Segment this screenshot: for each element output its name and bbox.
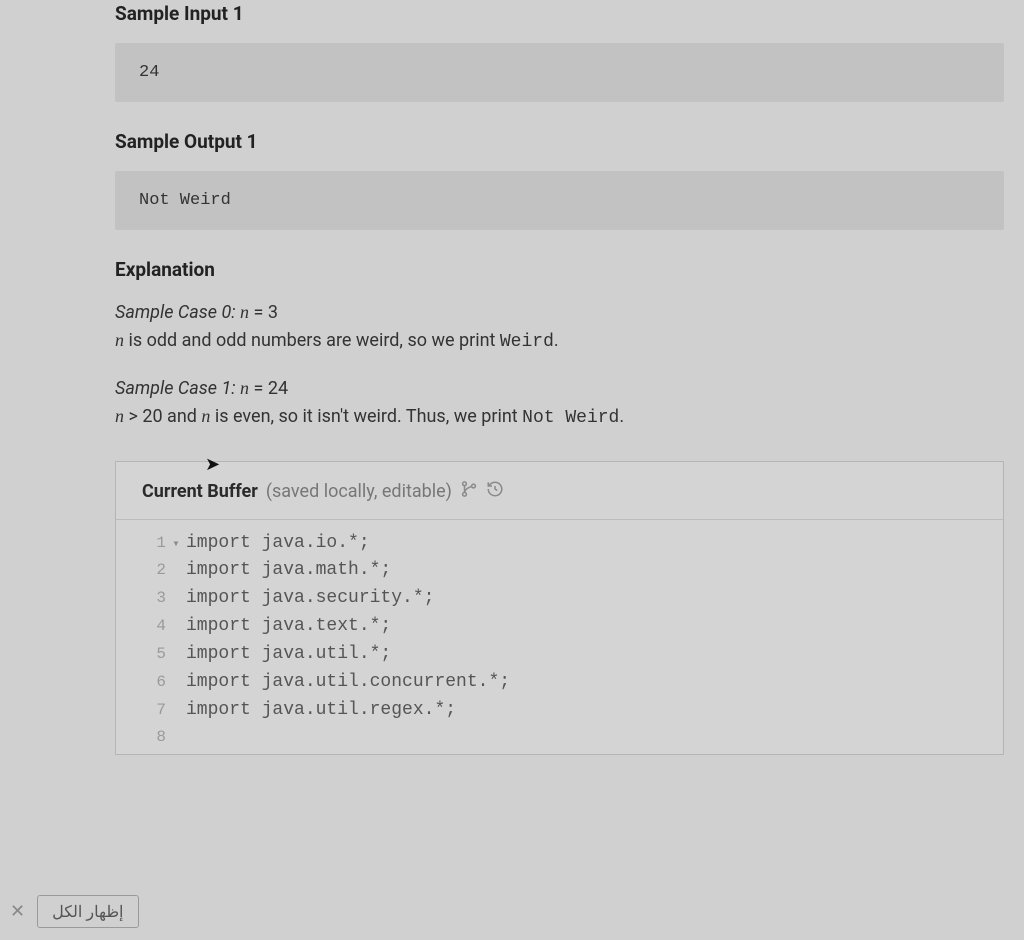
buffer-title: Current Buffer: [142, 481, 258, 502]
case1-line-val: 20: [142, 406, 162, 427]
case0-var: n: [240, 302, 249, 322]
buffer-subtitle: (saved locally, editable): [266, 481, 452, 502]
code-editor[interactable]: 1▾import java.io.*;2import java.math.*;3…: [116, 519, 1003, 754]
case0-label: Sample Case 0:: [115, 302, 240, 323]
code-line[interactable]: 6 import java.util.concurrent.*;: [116, 669, 1003, 697]
code-text: import java.security.*;: [186, 585, 1003, 613]
show-all-button[interactable]: إظهار الكل: [37, 895, 138, 928]
code-line[interactable]: 3 import java.security.*;: [116, 585, 1003, 613]
code-text: import java.util.concurrent.*;: [186, 669, 1003, 697]
case0-line-var: n: [115, 330, 124, 350]
sample-input-heading: Sample Input 1: [115, 2, 1004, 25]
line-number: 1: [136, 531, 166, 556]
case1-line-code: Not Weird: [522, 408, 619, 428]
line-number: 3: [136, 586, 166, 611]
code-text: import java.math.*;: [186, 557, 1003, 585]
code-text: import java.io.*;: [186, 530, 1003, 558]
buffer-header: Current Buffer (saved locally, editable): [116, 462, 1003, 519]
code-line[interactable]: 8: [116, 725, 1003, 750]
sample-output-heading: Sample Output 1: [115, 130, 1004, 153]
code-line[interactable]: 7 import java.util.regex.*;: [116, 697, 1003, 725]
explanation-case-1: Sample Case 1: n = 24 n > 20 and n is ev…: [115, 375, 1004, 433]
line-number: 6: [136, 670, 166, 695]
fold-gutter-icon[interactable]: ▾: [166, 535, 186, 554]
code-line[interactable]: 2 import java.math.*;: [116, 557, 1003, 585]
case1-line-mid1: and: [163, 406, 202, 427]
line-number: 4: [136, 614, 166, 639]
branch-icon[interactable]: [460, 480, 478, 503]
sample-output-block: Not Weird: [115, 171, 1004, 230]
case0-line-post: .: [554, 330, 559, 351]
case0-eq-op: =: [249, 302, 268, 323]
line-number: 8: [136, 725, 166, 750]
case0-line-code: Weird: [500, 332, 554, 352]
case1-eq-op: =: [249, 378, 268, 399]
explanation-heading: Explanation: [115, 258, 1004, 281]
case1-line-post: .: [619, 406, 624, 427]
case0-line-mid: is odd and odd numbers are weird, so we …: [124, 330, 500, 351]
code-text: import java.util.*;: [186, 641, 1003, 669]
code-text: import java.text.*;: [186, 613, 1003, 641]
case1-label: Sample Case 1:: [115, 378, 240, 399]
line-number: 2: [136, 558, 166, 583]
explanation-case-0: Sample Case 0: n = 3 n is odd and odd nu…: [115, 299, 1004, 357]
case1-var: n: [240, 378, 249, 398]
code-text: import java.util.regex.*;: [186, 697, 1003, 725]
code-line[interactable]: 1▾import java.io.*;: [116, 530, 1003, 558]
case1-line-mid2: is even, so it isn't weird. Thus, we pri…: [210, 406, 522, 427]
case1-line-var1: n: [115, 406, 124, 426]
case1-line-op: >: [124, 406, 142, 427]
case1-eq-val: 24: [268, 378, 288, 399]
history-icon[interactable]: [486, 480, 504, 503]
code-line[interactable]: 5 import java.util.*;: [116, 641, 1003, 669]
close-icon[interactable]: ✕: [10, 901, 25, 922]
code-line[interactable]: 4 import java.text.*;: [116, 613, 1003, 641]
bottom-bar: إظهار الكل ✕: [10, 895, 139, 928]
line-number: 5: [136, 642, 166, 667]
case0-eq-val: 3: [268, 302, 278, 323]
buffer-panel: Current Buffer (saved locally, editable)…: [115, 461, 1004, 755]
sample-input-block: 24: [115, 43, 1004, 102]
line-number: 7: [136, 698, 166, 723]
content-area: Sample Input 1 24 Sample Output 1 Not We…: [0, 0, 1024, 755]
